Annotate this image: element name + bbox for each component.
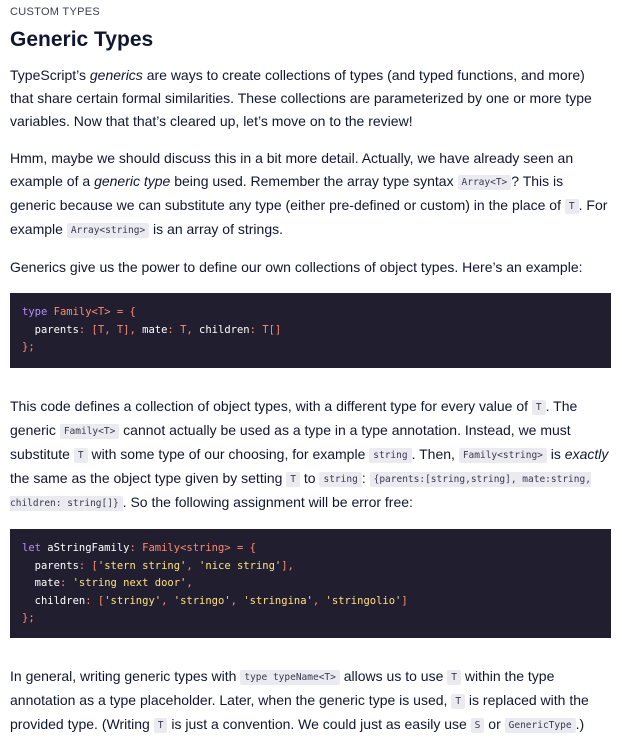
- paragraph-explanation: This code defines a collection of object…: [10, 395, 612, 515]
- paragraph-summary: In general, writing generic types with t…: [10, 665, 612, 737]
- inline-code: Array<T>: [457, 175, 512, 190]
- code-token: parents: [22, 559, 79, 572]
- inline-code: S: [470, 718, 485, 733]
- code-string: 'stern string': [97, 559, 187, 572]
- text: the same as the object type given by set…: [10, 470, 287, 486]
- paragraph-example-intro: Generics give us the power to define our…: [10, 259, 583, 275]
- text: is an array of strings.: [149, 221, 283, 237]
- text: . Then,: [411, 446, 459, 462]
- inline-code: Family<T>: [59, 424, 120, 439]
- code-token: = {: [230, 542, 256, 554]
- paragraph-generic-type: Hmm, maybe we should discuss this in a b…: [10, 147, 612, 242]
- code-token: ],: [281, 559, 294, 572]
- paragraph-intro: TypeScript’s generics are ways to create…: [10, 64, 612, 133]
- code-token: : [T, T],: [78, 323, 143, 336]
- text: . So the following assignment will be er…: [122, 494, 413, 510]
- code-token: :: [59, 577, 73, 589]
- text: or: [484, 716, 505, 732]
- code-string: 'stringy': [104, 594, 162, 607]
- code-token: };: [22, 341, 35, 353]
- code-token: : [: [85, 594, 105, 607]
- text: with some type of our choosing, for exam…: [87, 446, 370, 462]
- inline-code: string: [319, 472, 362, 487]
- code-token: ,: [186, 559, 200, 572]
- code-token: };: [22, 612, 35, 624]
- code-token: ,: [312, 594, 326, 607]
- code-token: mate: [22, 577, 60, 589]
- text: In general, writing generic types with: [10, 668, 241, 684]
- code-block-assignment[interactable]: let aStringFamily: Family<string> = { pa…: [10, 529, 611, 638]
- text: .): [575, 716, 585, 732]
- emphasis: exactly: [564, 446, 609, 462]
- code-token: ,: [186, 577, 193, 589]
- text: is just a convention. We could just as e…: [167, 716, 471, 732]
- code-token: children: [22, 594, 86, 607]
- section-label: CUSTOM TYPES: [10, 6, 100, 18]
- code-token: mate: [142, 323, 168, 336]
- emphasis: generics: [89, 67, 143, 83]
- inline-code: T: [451, 694, 466, 709]
- code-token: :: [129, 542, 143, 554]
- code-keyword: type: [22, 306, 48, 318]
- code-token: : T[]: [249, 323, 282, 336]
- code-token: parents: [22, 323, 79, 336]
- code-block-family[interactable]: type Family<T> = { parents: [T, T], mate…: [10, 293, 611, 368]
- text: :: [361, 470, 370, 486]
- code-token: ]: [401, 594, 408, 607]
- inline-code: T: [286, 472, 301, 487]
- inline-code: T: [564, 199, 579, 214]
- inline-code: type typeName<T>: [240, 670, 340, 685]
- text: This code defines a collection of object…: [10, 398, 532, 414]
- text: to: [300, 470, 320, 486]
- code-string: 'stringina': [243, 594, 313, 607]
- inline-code: T: [447, 670, 461, 685]
- inline-code: T: [73, 448, 88, 463]
- code-keyword: let: [22, 542, 41, 554]
- text: is: [546, 446, 565, 462]
- article: CUSTOM TYPES Generic Types TypeScript’s …: [0, 0, 622, 737]
- text: TypeScript’s: [10, 67, 90, 83]
- code-token: children: [199, 323, 250, 336]
- text: allows us to use: [339, 668, 448, 684]
- code-string: 'stringolio': [325, 594, 402, 607]
- code-token: ,: [161, 594, 174, 607]
- inline-code: T: [531, 400, 546, 415]
- inline-code: Family<string>: [458, 448, 547, 463]
- code-string: 'nice string': [199, 559, 282, 572]
- code-string: 'stringo': [173, 594, 231, 607]
- code-token: Family<string>: [142, 542, 231, 554]
- inline-code: T: [153, 718, 168, 733]
- page-title: Generic Types: [10, 28, 154, 51]
- code-token: : [: [78, 559, 98, 572]
- code-token: aStringFamily: [40, 542, 130, 554]
- inline-code: string: [369, 448, 412, 463]
- code-token: : T,: [167, 323, 200, 336]
- code-token: ,: [230, 594, 244, 607]
- inline-code: GenericType: [504, 718, 576, 733]
- text: being used. Remember the array type synt…: [170, 173, 458, 189]
- inline-code: Array<string>: [66, 223, 150, 238]
- code-token: Family<T> = {: [47, 306, 136, 318]
- code-string: 'string next door': [72, 577, 187, 589]
- emphasis: generic type: [94, 173, 171, 189]
